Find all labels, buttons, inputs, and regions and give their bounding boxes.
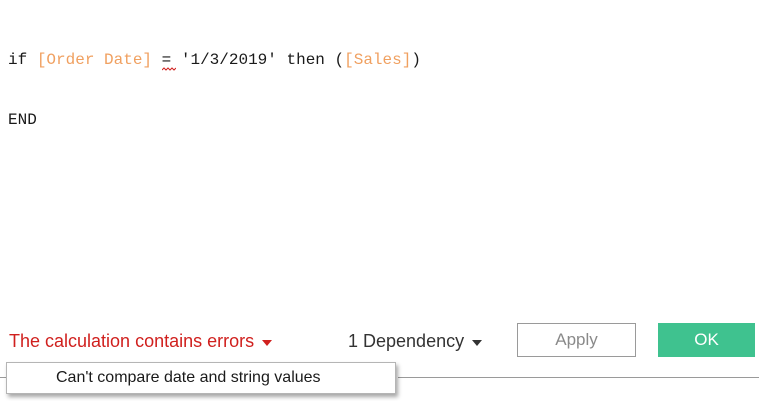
apply-button[interactable]: Apply — [517, 323, 636, 357]
keyword-then: then — [286, 51, 325, 69]
error-tooltip: Can't compare date and string values — [6, 362, 396, 394]
dependency-dropdown[interactable]: 1 Dependency — [348, 331, 483, 352]
caret-down-icon — [472, 339, 483, 346]
code-line-1: if [Order Date] = '1/3/2019' then ([Sale… — [8, 50, 748, 71]
keyword-if: if — [8, 51, 28, 69]
dependency-label: 1 Dependency — [348, 331, 465, 351]
ok-button[interactable]: OK — [658, 323, 755, 357]
error-operator: = — [161, 50, 176, 71]
field-sales[interactable]: [Sales] — [344, 51, 411, 69]
divider — [398, 377, 759, 378]
keyword-end: END — [8, 111, 37, 129]
code-line-2: END — [8, 110, 748, 130]
error-tooltip-message: Can't compare date and string values — [56, 369, 321, 386]
caret-down-icon — [262, 339, 273, 346]
squiggle-underline-icon — [161, 67, 176, 71]
open-paren: ( — [334, 51, 345, 69]
calculation-editor[interactable]: if [Order Date] = '1/3/2019' then ([Sale… — [8, 10, 748, 310]
field-order-date[interactable]: [Order Date] — [37, 51, 152, 69]
close-paren: ) — [411, 51, 421, 69]
string-literal: '1/3/2019' — [180, 51, 277, 69]
calculation-footer: The calculation contains errors 1 Depend… — [0, 322, 759, 362]
error-status-label: The calculation contains errors — [9, 331, 255, 351]
error-status-dropdown[interactable]: The calculation contains errors — [9, 331, 273, 352]
